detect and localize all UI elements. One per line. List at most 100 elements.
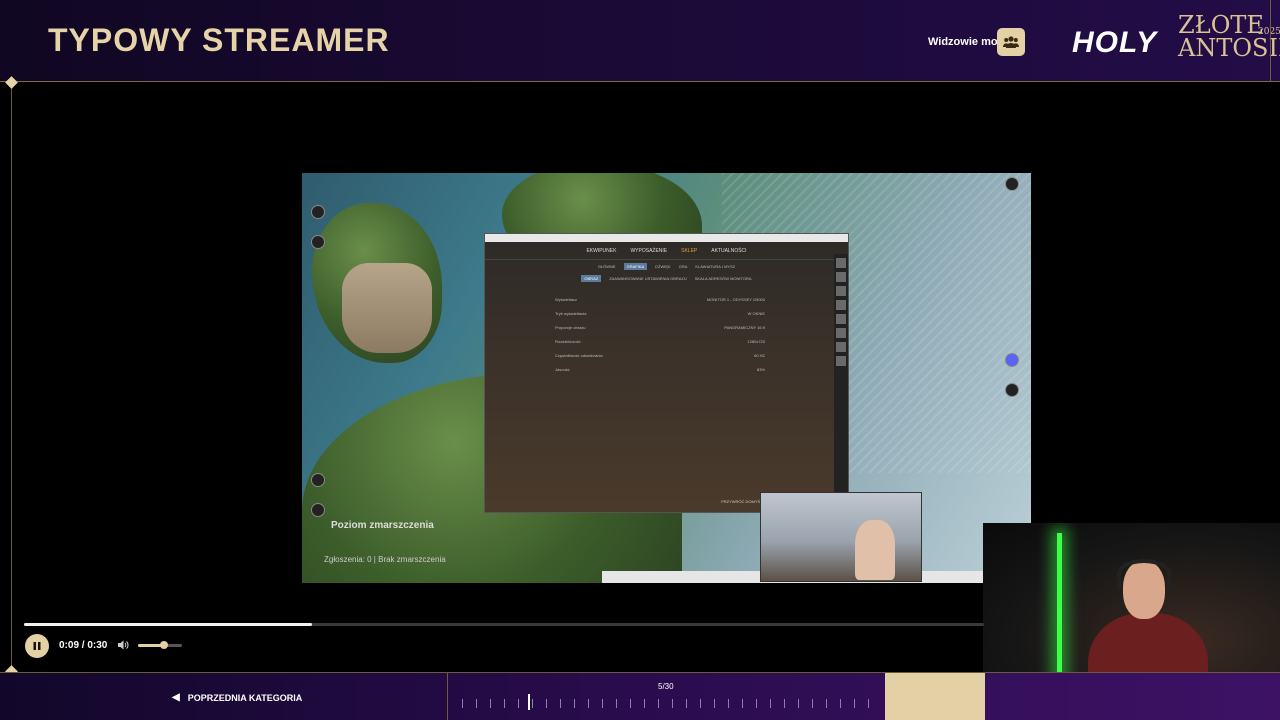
settings-row[interactable]: Tryb wyświetlania W OKNIE [555, 306, 765, 320]
friend-avatar[interactable] [836, 314, 846, 324]
desktop-app-icon[interactable] [1005, 383, 1019, 397]
game-subtab[interactable]: KLAWIATURA I MYSZ [695, 264, 735, 269]
game-subtab[interactable]: DŹWIĘK [655, 264, 671, 269]
timeline-tick [518, 699, 519, 708]
logo-line2: ANTOSIE [1178, 34, 1280, 62]
game-window-titlebar [485, 234, 848, 242]
volume-knob[interactable] [160, 641, 169, 649]
timeline-tick [476, 699, 477, 708]
timeline-tick [686, 699, 687, 708]
game-subtabs: GŁÓWNE GRAFIKA DŹWIĘK GRA KLAWIATURA I M… [485, 260, 848, 272]
top-header: TYPOWY STREAMER Widzowie mogą HOLY ZŁOTE… [0, 0, 1280, 82]
desktop-app-icon[interactable] [311, 503, 325, 517]
settings-row[interactable]: Rozdzielczość 1280x720 [555, 334, 765, 348]
volume-slider[interactable] [138, 641, 182, 649]
timeline-tick [798, 699, 799, 708]
discord-icon[interactable] [1005, 353, 1019, 367]
friend-avatar[interactable] [836, 342, 846, 352]
timeline-tick [672, 699, 673, 708]
arrow-left-icon: ◀ [172, 692, 180, 703]
frame-line-left [11, 82, 12, 720]
logo-year: 2025 [1258, 27, 1280, 37]
game-subtab-active[interactable]: GRAFIKA [623, 262, 648, 270]
timeline-tick [700, 699, 701, 708]
timeline-tick [462, 699, 463, 708]
previous-category-button[interactable]: ◀ POPRZEDNIA KATEGORIA [172, 692, 302, 703]
desktop-app-icon[interactable] [1005, 177, 1019, 191]
nav-divider [447, 673, 448, 720]
friend-avatar[interactable] [836, 272, 846, 282]
settings-tab[interactable]: ZAAWANSOWANE USTAWIENIA OBRAZU [609, 276, 687, 281]
timeline-tick [630, 699, 631, 708]
friend-avatar[interactable] [836, 258, 846, 268]
settings-label: Jasność [555, 366, 570, 372]
timeline-tick [504, 699, 505, 708]
frame-line-right [1270, 0, 1271, 82]
timeline-tick [854, 699, 855, 708]
settings-row[interactable]: Wyświetlacz MONITOR 1 - ODYSSEY G5000 [555, 292, 765, 306]
game-subtab[interactable]: GŁÓWNE [598, 264, 616, 269]
game-nav-item[interactable]: AKTUALNOŚCI [711, 248, 746, 254]
settings-value: MONITOR 1 - ODYSSEY G5000 [706, 296, 765, 302]
game-settings-window[interactable]: EKWIPUNEK WYPOSAŻENIE SKLEP AKTUALNOŚCI … [484, 233, 849, 513]
pause-button[interactable] [25, 634, 49, 658]
volume-button[interactable] [118, 640, 129, 653]
timeline-current-marker [528, 694, 530, 710]
friend-avatar[interactable] [836, 300, 846, 310]
timeline-tick [658, 699, 659, 708]
timeline-tick [602, 699, 603, 708]
stream-page: TYPOWY STREAMER Widzowie mogą HOLY ZŁOTE… [0, 0, 1280, 720]
settings-row[interactable]: Jasność 83% [555, 362, 765, 376]
timeline-tick [644, 699, 645, 708]
game-subtab[interactable]: GRA [679, 264, 688, 269]
timeline-tick [784, 699, 785, 708]
timeline-tick [532, 699, 533, 708]
timeline-tick [560, 699, 561, 708]
timeline-tick [812, 699, 813, 708]
settings-list: Wyświetlacz MONITOR 1 - ODYSSEY G5000 Try… [555, 292, 765, 376]
game-settings-tabs: OBRAZ ZAAWANSOWANE USTAWIENIA OBRAZU SKA… [485, 272, 848, 284]
viewers-button[interactable] [997, 28, 1025, 56]
settings-tab-active[interactable]: OBRAZ [581, 274, 602, 282]
timeline-tick [714, 699, 715, 708]
cliff-left [342, 263, 432, 353]
next-category-button[interactable] [885, 673, 985, 720]
timeline-tick [574, 699, 575, 708]
settings-row[interactable]: Proporcje obrazu PANORAMICZNY 16:9 [555, 320, 765, 334]
timeline-tick [546, 699, 547, 708]
zlote-antosie-logo: ZŁOTE ANTOSIE [1178, 13, 1280, 62]
friend-avatar[interactable] [836, 328, 846, 338]
holy-logo: HOLY [1072, 26, 1158, 59]
settings-label: Tryb wyświetlania [555, 310, 587, 316]
game-nav: EKWIPUNEK WYPOSAŻENIE SKLEP AKTUALNOŚCI [485, 242, 848, 260]
settings-value: 1280x720 [747, 338, 765, 344]
timeline-tick [490, 699, 491, 708]
timeline-tick [826, 699, 827, 708]
friend-avatar[interactable] [836, 286, 846, 296]
video-progress-bar[interactable] [24, 623, 984, 626]
video-time: 0:09 / 0:30 [59, 640, 108, 651]
headset [1117, 559, 1171, 589]
overlay-title: Poziom zmarszczenia [331, 520, 434, 531]
settings-value: 60 HZ [754, 352, 765, 358]
settings-row[interactable]: Częstotliwość odświeżania 60 HZ [555, 348, 765, 362]
settings-label: Wyświetlacz [555, 296, 577, 302]
settings-label: Proporcje obrazu [555, 324, 586, 330]
category-timeline[interactable] [462, 694, 882, 710]
timeline-tick [616, 699, 617, 708]
game-nav-item[interactable]: EKWIPUNEK [586, 248, 616, 254]
friend-avatar[interactable] [836, 356, 846, 366]
settings-tab[interactable]: SKALA ADRESÓW MONITORA [695, 276, 752, 281]
game-nav-item-active[interactable]: SKLEP [681, 248, 697, 254]
desktop-app-icon[interactable] [311, 473, 325, 487]
desktop-app-icon[interactable] [311, 235, 325, 249]
desktop-app-icon[interactable] [311, 205, 325, 219]
page-counter: 5/30 [658, 682, 674, 691]
settings-value: PANORAMICZNY 16:9 [724, 324, 765, 330]
game-nav-item[interactable]: WYPOSAŻENIE [630, 248, 667, 254]
page-title: TYPOWY STREAMER [48, 22, 390, 58]
group-icon [1003, 36, 1019, 48]
pause-icon [33, 642, 41, 650]
webcam-person [855, 520, 895, 580]
timeline-tick [728, 699, 729, 708]
